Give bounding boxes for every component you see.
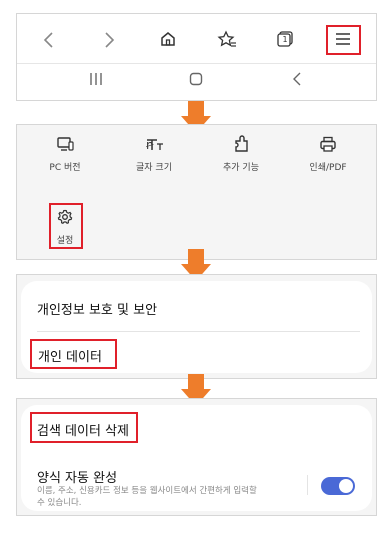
menu-highlight [326,25,361,55]
font-size-icon[interactable]: ꞥ [145,137,165,152]
tabs-count: 1 [282,35,288,44]
personal-data-panel: 검색 데이터 삭제 양식 자동 완성 이름, 주소, 신용카드 정보 등을 웹사… [16,398,377,516]
tabs-icon[interactable]: 1 [276,30,294,48]
privacy-security-item[interactable]: 개인정보 보호 및 보안 [37,299,157,318]
pc-version-icon[interactable] [56,136,74,152]
print-pdf-label: 인쇄/PDF [309,163,347,173]
settings-highlight [49,203,83,249]
forward-icon[interactable] [102,31,116,49]
autofill-toggle[interactable] [321,477,355,495]
toggle-separator [307,475,308,495]
toolbar-card [17,14,376,100]
bookmark-star-icon[interactable] [217,30,237,48]
back-nav-icon[interactable] [291,72,303,86]
home-nav-icon[interactable] [189,72,203,86]
autofill-title[interactable]: 양식 자동 완성 [37,467,117,486]
settings-panel: 개인정보 보호 및 보안 개인 데이터 [16,274,377,379]
toggle-knob [339,479,353,493]
print-pdf-icon[interactable] [319,136,337,152]
autofill-description: 이름, 주소, 신용카드 정보 등을 웹사이트에서 간편하게 입력할 수 있습니… [37,486,257,508]
delete-data-highlight [30,412,138,443]
toolbar-divider [17,63,376,64]
personal-data-highlight [30,339,117,369]
menu-panel: PC 버전 ꞥ 글자 크기 추가 기능 인쇄/PDF 설정 [16,124,377,260]
add-ons-label: 추가 기능 [223,163,259,173]
add-ons-icon[interactable] [233,135,249,153]
pc-version-label: PC 버전 [49,163,81,173]
settings-divider [37,331,360,332]
recent-apps-icon[interactable] [89,72,103,86]
home-icon[interactable] [159,30,177,48]
back-icon[interactable] [42,31,56,49]
font-size-label: 글자 크기 [136,163,172,173]
browser-toolbar-panel: 1 [16,13,377,101]
